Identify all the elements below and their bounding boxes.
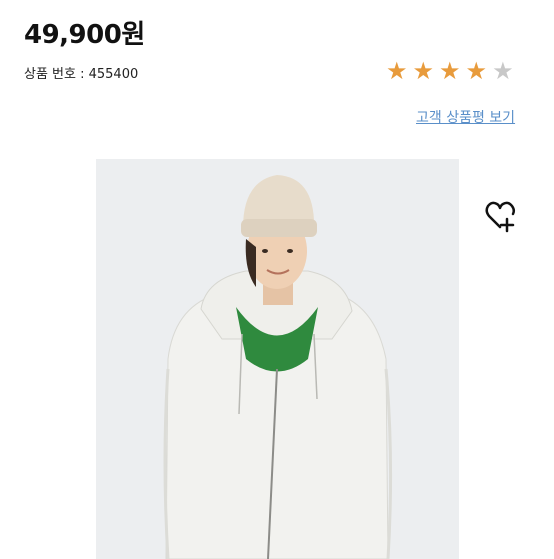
- product-number: 상품 번호 : 455400: [24, 67, 139, 82]
- star-filled-icon: ★: [386, 57, 408, 85]
- rating-stars: ★ ★ ★ ★ ★: [386, 59, 514, 83]
- wishlist-heart-plus-icon[interactable]: [484, 199, 518, 233]
- star-filled-icon: ★: [412, 57, 435, 85]
- product-price: 49,900원: [24, 20, 145, 50]
- customer-review-link[interactable]: 고객 상품평 보기: [416, 107, 515, 127]
- star-filled-icon: ★: [439, 57, 461, 85]
- model-illustration: [96, 159, 459, 559]
- star-filled-icon: ★: [465, 57, 488, 85]
- star-empty-icon: ★: [492, 57, 514, 85]
- product-image: [96, 159, 459, 559]
